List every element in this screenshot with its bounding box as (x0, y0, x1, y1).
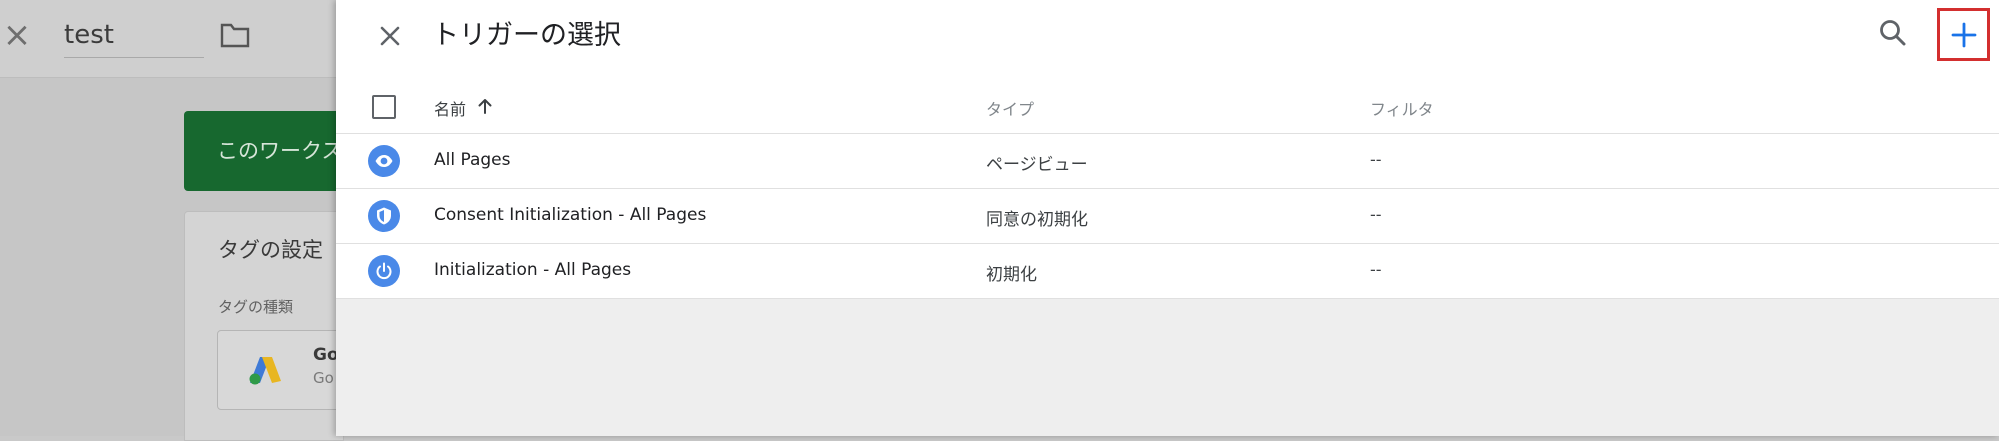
trigger-name: Consent Initialization - All Pages (434, 205, 707, 225)
table-row[interactable]: All Pages ページビュー -- (336, 134, 1999, 189)
workspace-banner: このワークス (184, 111, 344, 191)
tag-type-selector[interactable]: Go Go (217, 330, 347, 410)
table-header: 名前 タイプ フィルタ (336, 84, 1999, 134)
trigger-name: Initialization - All Pages (434, 260, 632, 280)
add-trigger-button[interactable] (1937, 8, 1990, 61)
table-row[interactable]: Initialization - All Pages 初期化 -- (336, 244, 1999, 299)
tag-config-card: タグの設定 タグの種類 Go Go (184, 211, 347, 441)
column-header-type[interactable]: タイプ (986, 96, 1034, 120)
search-icon[interactable] (1876, 16, 1910, 50)
column-header-name[interactable]: 名前 (434, 96, 466, 120)
arrow-up-icon[interactable] (476, 96, 494, 116)
eye-icon (368, 145, 400, 177)
trigger-type: 同意の初期化 (986, 210, 1088, 230)
tag-name-field[interactable]: test (64, 16, 204, 58)
panel-title: トリガーの選択 (432, 20, 621, 51)
tag-type-name: Go (313, 345, 339, 365)
tag-editor-header: × test (0, 0, 340, 78)
trigger-filter: -- (1370, 205, 1382, 224)
empty-area (336, 299, 1999, 436)
card-title: タグの設定 (218, 238, 323, 262)
plus-icon (1951, 22, 1977, 48)
trigger-list: All Pages ページビュー -- Consent Initializati… (336, 134, 1999, 299)
close-icon[interactable]: × (2, 18, 32, 52)
trigger-type: ページビュー (986, 155, 1088, 175)
trigger-name: All Pages (434, 150, 511, 170)
tag-type-desc: Go (313, 369, 334, 387)
select-all-checkbox[interactable] (372, 95, 396, 119)
close-icon[interactable] (370, 16, 410, 56)
trigger-type: 初期化 (986, 265, 1037, 285)
power-icon (368, 255, 400, 287)
trigger-filter: -- (1370, 260, 1382, 279)
card-subtitle: タグの種類 (218, 298, 294, 316)
shield-icon (368, 200, 400, 232)
folder-icon[interactable] (220, 22, 250, 48)
google-ads-logo-icon (249, 357, 281, 385)
column-header-filter[interactable]: フィルタ (1370, 96, 1434, 120)
trigger-selection-panel: トリガーの選択 名前 タイプ フィルタ All Pages ページビュー -- … (336, 0, 1999, 436)
trigger-filter: -- (1370, 150, 1382, 169)
table-row[interactable]: Consent Initialization - All Pages 同意の初期… (336, 189, 1999, 244)
